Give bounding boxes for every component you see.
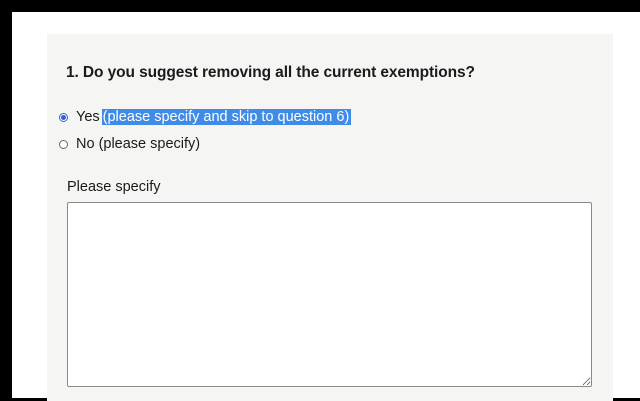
option-yes-selected-text: (please specify and skip to question 6) <box>101 109 352 125</box>
question-panel: 1. Do you suggest removing all the curre… <box>47 34 613 401</box>
specify-label: Please specify <box>67 179 161 195</box>
window-frame-top <box>0 0 640 12</box>
specify-textarea[interactable] <box>67 202 592 387</box>
radio-no[interactable] <box>59 139 68 149</box>
option-no[interactable]: No (please specify) <box>59 134 200 154</box>
radio-yes-checked[interactable] <box>59 112 68 122</box>
option-yes-label: Yes <box>76 109 100 125</box>
window-frame-left <box>0 0 12 401</box>
question-title: 1. Do you suggest removing all the curre… <box>66 64 475 81</box>
option-no-label: No (please specify) <box>76 136 201 152</box>
option-yes[interactable]: Yes (please specify and skip to question… <box>59 107 352 127</box>
